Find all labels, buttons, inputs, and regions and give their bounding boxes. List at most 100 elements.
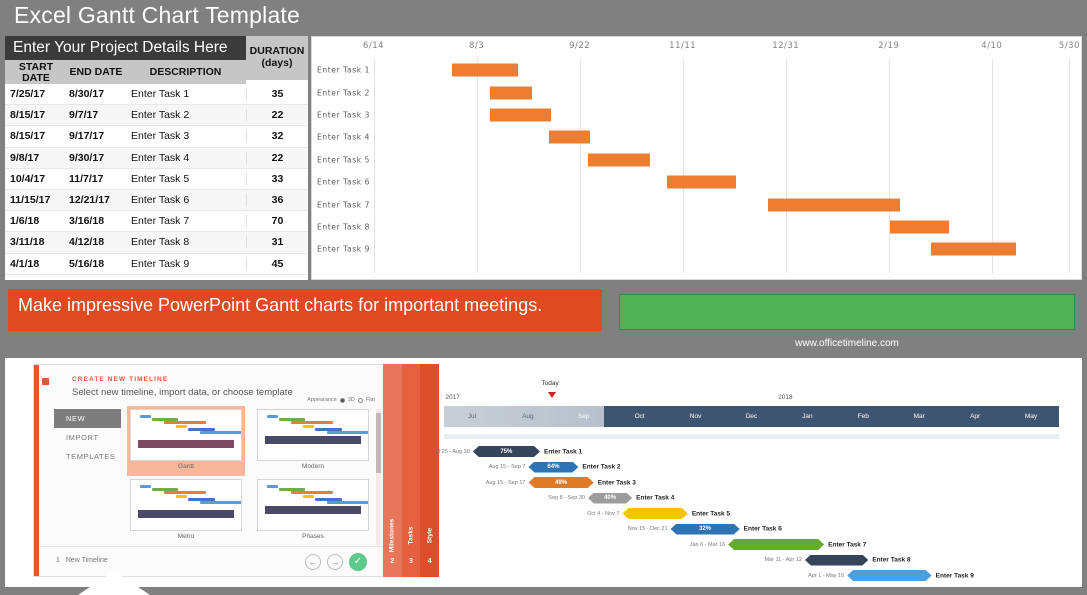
- back-button[interactable]: ←: [305, 554, 321, 570]
- template-name: Phases: [302, 533, 324, 540]
- step-tab-style[interactable]: Style 4: [420, 364, 440, 577]
- dialog-step-label: 1 New Timeline: [56, 557, 108, 564]
- next-button[interactable]: →: [327, 554, 343, 570]
- cell-duration: 36: [246, 194, 308, 207]
- table-body: 7/25/17 8/30/17 Enter Task 1 35 8/15/17 9/7/1…: [5, 84, 308, 275]
- timeline-task-bar[interactable]: Aug 15 - Sep 7 Enter Task 2 64%: [489, 462, 621, 473]
- timeline-task-bar[interactable]: Aug 15 - Sep 17 Enter Task 3 49%: [486, 477, 636, 488]
- step-tab-number: 2: [390, 558, 395, 565]
- appearance-option-flat[interactable]: Flat: [366, 397, 375, 403]
- wizard-step-tabs: Milestones 2 Tasks 3 Style 4: [383, 364, 440, 577]
- appearance-radio-flat[interactable]: [357, 397, 363, 403]
- gantt-bar: [548, 130, 591, 144]
- gantt-task-label: Enter Task 8: [317, 222, 371, 232]
- gantt-chart: 6/14 8/3 9/22 11/11 12/31 2/19 4/10 5/30 Enter …: [311, 36, 1082, 280]
- page-title: Excel Gantt Chart Template: [14, 2, 301, 28]
- timeline-task-bar[interactable]: Apr 1 - May 16 Enter Task 9: [808, 570, 974, 581]
- task-name: Enter Task 8: [872, 556, 911, 564]
- gallery-scrollbar-thumb[interactable]: [376, 413, 381, 473]
- template-card-gantt[interactable]: Gantt: [127, 406, 245, 476]
- step-tab-milestones[interactable]: Milestones 2: [383, 364, 402, 577]
- dialog-nav-list: NEW IMPORT TEMPLATES: [54, 409, 121, 466]
- task-name: Enter Task 4: [636, 494, 675, 502]
- thumbnail-bar: [303, 424, 315, 428]
- table-row[interactable]: 9/8/17 9/30/17 Enter Task 4 22: [5, 147, 308, 169]
- appearance-label: Appearance: [307, 397, 337, 403]
- timeline-month-label: Nov: [689, 413, 702, 420]
- cell-end-date: 9/7/17: [69, 109, 99, 122]
- table-row[interactable]: 3/11/18 4/12/18 Enter Task 8 31: [5, 232, 308, 254]
- cell-end-date: 5/16/18: [69, 257, 105, 270]
- table-row[interactable]: 1/6/18 3/16/18 Enter Task 7 70: [5, 211, 308, 233]
- table-row[interactable]: 8/15/17 9/7/17 Enter Task 2 22: [5, 105, 308, 127]
- timeline-month-label: Jul: [467, 413, 477, 420]
- timeline-task-bar[interactable]: Jul 25 - Aug 30 Enter Task 1 75%: [433, 446, 582, 457]
- cell-description: Enter Task 3: [131, 130, 190, 143]
- gantt-task-label: Enter Task 7: [317, 200, 371, 210]
- appearance-option-3d[interactable]: 3D: [348, 397, 355, 403]
- task-percent-complete: 40%: [604, 495, 617, 501]
- product-screenshot: CREATE NEW TIMELINE Select new timeline,…: [5, 358, 1082, 587]
- step-name: New Timeline: [65, 557, 108, 564]
- dialog-nav-item-templates[interactable]: TEMPLATES: [54, 447, 121, 466]
- step-tab-label: Milestones: [388, 518, 396, 553]
- timeline-task-bar[interactable]: Mar 11 - Apr 12 Enter Task 8: [764, 555, 911, 566]
- timeline-month-band: Jul Aug Sep Oct Nov Dec Jan Feb Mar Apr May: [444, 406, 1059, 427]
- gantt-task-row: Enter Task 6: [312, 171, 1081, 193]
- gantt-task-row: Enter Task 5: [312, 149, 1081, 171]
- column-header-description: DESCRIPTION: [125, 60, 246, 84]
- axis-tick-label: 6/14: [362, 41, 385, 51]
- step-tab-tasks[interactable]: Tasks 3: [401, 364, 421, 577]
- timeline-task-bar[interactable]: Nov 15 - Dec 21 Enter Task 6 32%: [628, 524, 782, 535]
- chart-x-axis: 6/14 8/3 9/22 11/11 12/31 2/19 4/10 5/30: [312, 37, 1081, 59]
- gantt-task-label: Enter Task 1: [317, 65, 371, 75]
- table-row[interactable]: 10/4/17 11/7/17 Enter Task 5 33: [5, 168, 308, 190]
- template-card-modern[interactable]: Modern: [257, 409, 369, 473]
- cell-duration: 33: [246, 172, 308, 185]
- gantt-task-label: Enter Task 2: [317, 88, 371, 98]
- cell-description: Enter Task 5: [131, 172, 190, 185]
- cell-start-date: 8/15/17: [10, 109, 46, 122]
- thumbnail-bar: [164, 421, 206, 425]
- task-arrow-shape: [805, 555, 868, 566]
- timeline-task-bar[interactable]: Jan 6 - Mar 16 Enter Task 7: [690, 539, 866, 550]
- task-date-range: Mar 11 - Apr 12: [764, 557, 802, 563]
- table-row[interactable]: 7/25/17 8/30/17 Enter Task 1 35: [5, 84, 308, 106]
- confirm-button[interactable]: ✓: [349, 553, 367, 571]
- cell-start-date: 9/8/17: [10, 151, 40, 164]
- timeline-task-bar[interactable]: Sep 8 - Sep 30 Enter Task 4 40%: [548, 493, 674, 504]
- task-name: Enter Task 7: [828, 541, 867, 548]
- table-row[interactable]: 11/15/17 12/21/17 Enter Task 6 36: [5, 189, 308, 212]
- gantt-bar: [490, 86, 532, 100]
- step-number: 1: [56, 557, 60, 564]
- thumbnail-bar: [291, 491, 333, 495]
- timeline-month-label: Oct: [634, 413, 645, 420]
- chart-plot-area: Enter Task 1 Enter Task 2 Enter Task 3 Ente…: [312, 59, 1081, 273]
- task-arrow-shape: [847, 570, 931, 581]
- template-card-phases[interactable]: Phases: [257, 479, 369, 543]
- task-percent-complete: 75%: [500, 448, 513, 455]
- thumbnail-bar: [291, 421, 333, 425]
- cell-description: Enter Task 8: [131, 236, 190, 249]
- task-date-range: Sep 8 - Sep 30: [548, 495, 585, 501]
- dialog-nav-item-import[interactable]: IMPORT: [54, 428, 121, 447]
- axis-tick-label: 9/22: [569, 41, 591, 51]
- table-row[interactable]: 8/15/17 9/17/17 Enter Task 3 32: [5, 126, 308, 148]
- timeline-rule: [444, 434, 1059, 439]
- thumbnail-axis: [137, 440, 235, 448]
- timeline-year-label: 2018: [778, 394, 793, 401]
- timeline-task-bar[interactable]: Oct 4 - Nov 7 Enter Task 5: [587, 508, 730, 519]
- gantt-task-row: Enter Task 3: [312, 104, 1081, 126]
- template-card-metro[interactable]: Metro: [130, 479, 242, 543]
- cell-start-date: 8/15/17: [10, 130, 46, 143]
- task-date-range: Aug 15 - Sep 7: [488, 464, 526, 470]
- dialog-nav-item-new[interactable]: NEW: [54, 409, 121, 428]
- appearance-radio-3d[interactable]: [339, 397, 345, 403]
- thumbnail-bar: [303, 494, 315, 498]
- gantt-bar: [451, 63, 519, 77]
- cell-start-date: 1/6/18: [10, 215, 40, 228]
- table-row[interactable]: 4/1/18 5/16/18 Enter Task 9 45: [5, 253, 308, 275]
- cell-duration: 70: [246, 215, 308, 228]
- cell-description: Enter Task 6: [131, 194, 190, 207]
- task-date-range: Aug 15 - Sep 17: [485, 479, 526, 486]
